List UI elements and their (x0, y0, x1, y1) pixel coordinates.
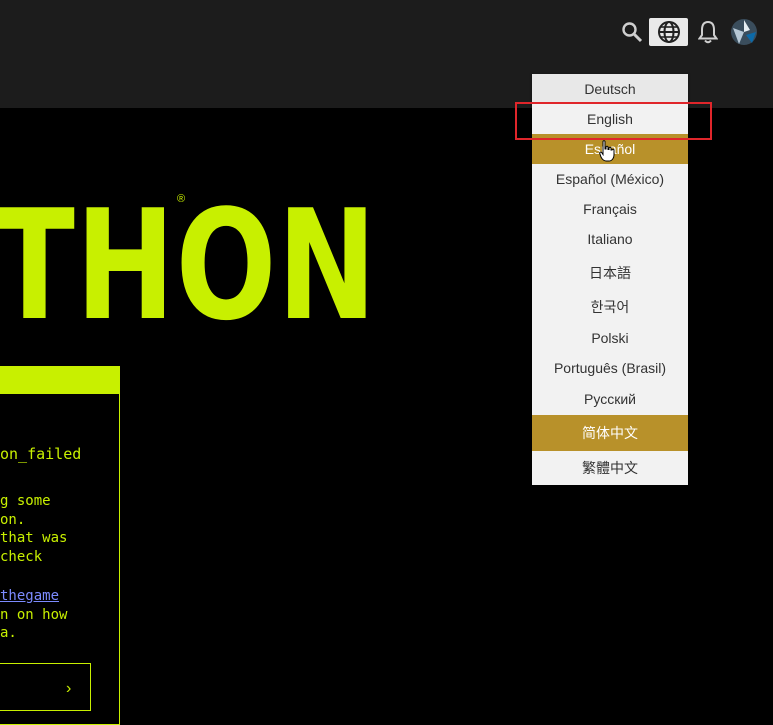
message-line: check (0, 548, 43, 565)
bell-icon[interactable] (694, 17, 722, 47)
language-option-simplified-chinese[interactable]: 简体中文 (532, 415, 688, 451)
chevron-right-icon: › (66, 680, 72, 697)
language-option-francais[interactable]: Français (532, 194, 688, 224)
message-line: a. (0, 625, 17, 641)
globe-icon[interactable] (649, 18, 688, 46)
language-option-russian[interactable]: Русский (532, 384, 688, 414)
language-option-italiano[interactable]: Italiano (532, 224, 688, 254)
highlight-marker (515, 102, 712, 140)
help-link[interactable]: thegame (0, 587, 67, 606)
logo-registered-mark: ® (177, 193, 186, 205)
language-option-portugues-brasil[interactable]: Português (Brasil) (532, 353, 688, 383)
continue-button[interactable] (0, 663, 91, 711)
language-option-traditional-chinese[interactable]: 繁體中文 (532, 453, 688, 483)
language-option-espanol-mexico[interactable]: Español (México) (532, 164, 688, 194)
panel-header-bar (0, 366, 120, 394)
message-line: on. (0, 511, 26, 528)
hand-cursor-icon (599, 140, 615, 167)
avatar[interactable] (730, 17, 758, 47)
message-line: n on how (0, 606, 68, 623)
logo-wordmark: THON (0, 177, 378, 354)
language-option-polski[interactable]: Polski (532, 323, 688, 353)
search-icon[interactable] (618, 17, 646, 47)
language-option-deutsch[interactable]: Deutsch (532, 74, 688, 104)
message-text: g some on. that was check (0, 492, 67, 566)
language-option-korean[interactable]: 한국어 (532, 292, 688, 322)
error-code: on_failed (0, 445, 82, 463)
message-text-2: thegame n on how a. (0, 587, 67, 643)
message-line: that was (0, 530, 68, 546)
language-option-japanese[interactable]: 日本語 (532, 258, 688, 288)
message-line: g some (0, 493, 51, 509)
